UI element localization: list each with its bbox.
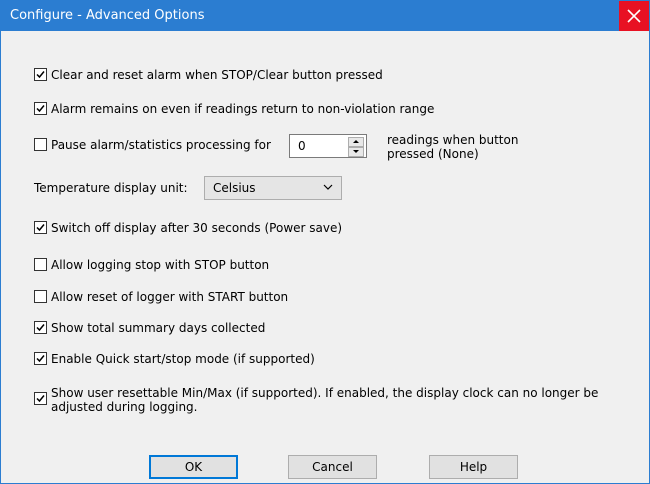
checkbox[interactable] xyxy=(34,138,47,151)
checkbox[interactable] xyxy=(34,352,47,365)
window-title: Configure - Advanced Options xyxy=(10,8,205,23)
checkmark-icon xyxy=(36,355,45,363)
stepper-up-button[interactable] xyxy=(348,137,364,147)
option-label: Enable Quick start/stop mode (if support… xyxy=(51,352,315,366)
checkmark-icon xyxy=(36,105,45,113)
option-label: Allow logging stop with STOP button xyxy=(51,258,270,272)
close-button[interactable] xyxy=(619,1,649,31)
title-bar: Configure - Advanced Options xyxy=(1,1,649,31)
option-pause-alarm[interactable]: Pause alarm/statistics processing for xyxy=(34,137,271,153)
option-label: Show user resettable Min/Max (if support… xyxy=(51,386,599,414)
stepper-down-button[interactable] xyxy=(348,147,364,157)
option-alarm-remains-on[interactable]: Alarm remains on even if readings return… xyxy=(34,101,434,117)
stepper-value: 0 xyxy=(298,139,306,153)
stepper-buttons xyxy=(348,137,364,157)
chevron-down-icon xyxy=(323,184,333,190)
option-label: Switch off display after 30 seconds (Pow… xyxy=(51,221,343,235)
select-value: Celsius xyxy=(213,181,256,195)
checkbox[interactable] xyxy=(34,258,47,271)
cancel-button[interactable]: Cancel xyxy=(288,455,377,479)
temperature-unit-label: Temperature display unit: xyxy=(34,181,188,195)
option-switch-off-display[interactable]: Switch off display after 30 seconds (Pow… xyxy=(34,220,342,236)
option-label: Allow reset of logger with START button xyxy=(51,290,289,304)
checkmark-icon xyxy=(36,71,45,79)
option-label: Show total summary days collected xyxy=(51,321,266,335)
temperature-unit-select[interactable]: Celsius xyxy=(204,176,342,200)
option-show-min-max[interactable]: Show user resettable Min/Max (if support… xyxy=(34,386,636,414)
option-clear-reset-alarm[interactable]: Clear and reset alarm when STOP/Clear bu… xyxy=(34,67,383,83)
help-button[interactable]: Help xyxy=(429,455,518,479)
option-show-summary-days[interactable]: Show total summary days collected xyxy=(34,320,265,336)
checkbox[interactable] xyxy=(34,102,47,115)
advanced-options-dialog: Configure - Advanced Options Clear and r… xyxy=(0,0,650,484)
option-label: Pause alarm/statistics processing for xyxy=(51,138,271,152)
close-icon xyxy=(627,9,641,23)
checkbox[interactable] xyxy=(34,221,47,234)
checkmark-icon xyxy=(36,395,45,403)
option-allow-logging-stop[interactable]: Allow logging stop with STOP button xyxy=(34,257,269,273)
option-quick-start-stop[interactable]: Enable Quick start/stop mode (if support… xyxy=(34,351,315,367)
option-label: Clear and reset alarm when STOP/Clear bu… xyxy=(51,68,383,82)
ok-button[interactable]: OK xyxy=(149,455,238,479)
pause-readings-stepper[interactable]: 0 xyxy=(289,134,367,158)
checkbox[interactable] xyxy=(34,321,47,334)
pause-suffix-label: readings when button pressed (None) xyxy=(387,133,519,161)
checkbox[interactable] xyxy=(34,290,47,303)
checkmark-icon xyxy=(36,324,45,332)
option-allow-reset-logger[interactable]: Allow reset of logger with START button xyxy=(34,289,288,305)
checkbox[interactable] xyxy=(34,68,47,81)
option-label: Alarm remains on even if readings return… xyxy=(51,102,435,116)
checkmark-icon xyxy=(36,224,45,232)
checkbox[interactable] xyxy=(34,392,47,405)
